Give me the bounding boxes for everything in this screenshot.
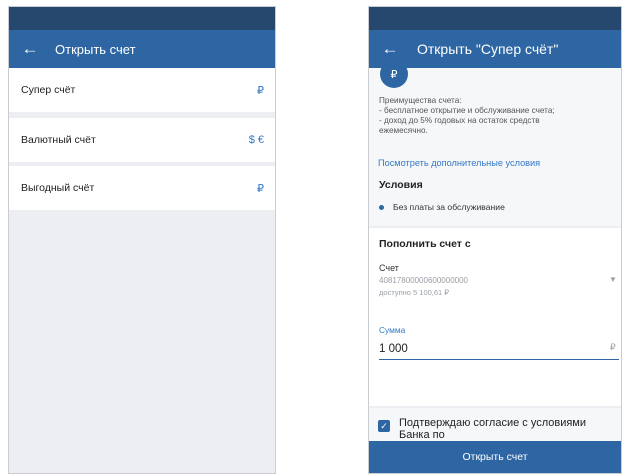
conditions-list-item: Без платы за обслуживание (379, 202, 505, 212)
back-arrow-icon[interactable]: ← (19, 38, 41, 60)
app-bar: ← Открыть "Супер счёт" (369, 30, 621, 68)
condition-text: Без платы за обслуживание (393, 202, 505, 212)
status-bar (9, 7, 275, 30)
agreement-checkbox[interactable]: ✓ (378, 420, 390, 432)
content-scroll[interactable]: ₽ Преимущества счета: - бесплатное откры… (369, 68, 621, 441)
fund-form: Пополнить счет с Счет 408178000006000000… (369, 228, 621, 406)
account-item-super[interactable]: Супер счёт ₽ (9, 68, 275, 112)
currency-icon: $ € (248, 134, 264, 146)
conditions-heading: Условия (379, 179, 423, 191)
benefits-text: Преимущества счета: - бесплатное открыти… (379, 96, 555, 135)
bullet-icon (379, 204, 384, 210)
back-arrow-icon[interactable]: ← (379, 38, 401, 60)
open-account-screen: ← Открыть счет Супер счёт ₽ Валютный счё… (8, 6, 276, 474)
page-title: Открыть счет (55, 41, 136, 57)
app-bar: ← Открыть счет (9, 30, 275, 68)
open-account-button[interactable]: Открыть счет (369, 441, 621, 473)
amount-label: Сумма (379, 325, 406, 335)
agreement-text: Подтверждаю согласие с условиями Банка п… (399, 417, 587, 441)
account-name: Супер счёт (21, 84, 76, 96)
chevron-down-icon[interactable]: ▼ (609, 275, 617, 284)
account-item-currency[interactable]: Валютный счёт $ € (9, 118, 275, 162)
account-info-panel: ₽ Преимущества счета: - бесплатное откры… (369, 68, 621, 226)
account-available: доступно 5 100,61 ₽ (379, 288, 450, 297)
amount-input[interactable] (379, 338, 619, 360)
fund-heading: Пополнить счет с (379, 238, 471, 250)
currency-icon: ₽ (257, 182, 264, 195)
page-title: Открыть "Супер счёт" (417, 41, 559, 57)
super-account-screen: ← Открыть "Супер счёт" ₽ Преимущества сч… (368, 6, 622, 474)
amount-currency: ₽ (610, 342, 616, 352)
account-item-profitable[interactable]: Выгодный счёт ₽ (9, 166, 275, 210)
ruble-icon: ₽ (380, 68, 408, 88)
status-bar (369, 7, 621, 30)
currency-icon: ₽ (257, 84, 264, 97)
account-name: Выгодный счёт (21, 182, 95, 194)
account-number: 40817800000600000000 (379, 276, 468, 285)
agreement-row: ✓ Подтверждаю согласие с условиями Банка… (369, 408, 621, 441)
account-name: Валютный счёт (21, 134, 96, 146)
additional-conditions-link[interactable]: Посмотреть дополнительные условия (378, 158, 540, 168)
account-label: Счет (379, 263, 399, 273)
